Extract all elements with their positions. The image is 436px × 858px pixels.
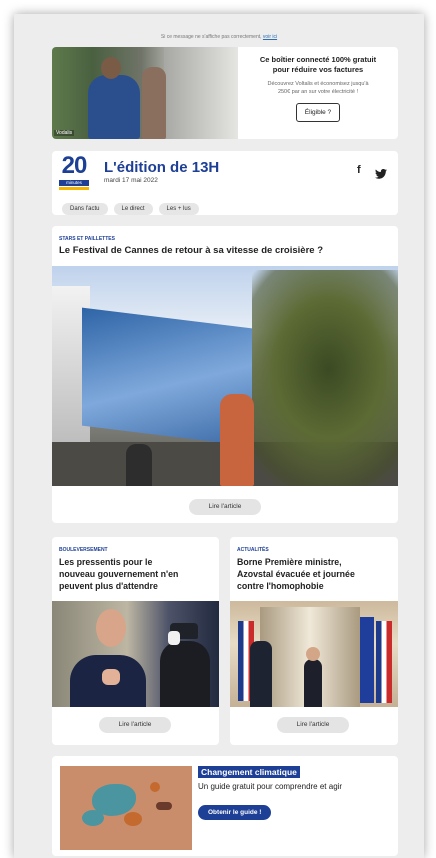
preheader: Si ce message ne s'affiche pas correctem…: [14, 34, 424, 40]
left-article-title-line1: Les pressentis pour le: [59, 557, 153, 567]
illustration-shape-4: [150, 782, 160, 792]
officer-glove: [168, 631, 180, 645]
20minutes-logo[interactable]: 20 minutes: [57, 152, 91, 191]
ad-body-line1: Découvrez Voltalis et économisez jusqu'à: [267, 81, 369, 87]
edition-title: L'édition de 13H: [104, 159, 220, 176]
ad-headline: Ce boîtier connecté 100% gratuit pour ré…: [244, 55, 392, 75]
left-article-title-line3: peuvent plus d'attendre: [59, 581, 158, 591]
pedestrian-woman: [220, 394, 254, 486]
ad-photo-tag: Vodalis: [54, 130, 75, 136]
get-guide-button[interactable]: Obtenir le guide !: [198, 805, 272, 820]
left-article-title[interactable]: Les pressentis pour le nouveau gouvernem…: [59, 556, 217, 592]
ad-body: Découvrez Voltalis et économisez jusqu'à…: [244, 81, 392, 96]
right-article-title-line3: contre l'homophobie: [237, 581, 324, 591]
logo-number: 20: [61, 152, 88, 179]
guard: [250, 641, 272, 707]
ad-text-block: Ce boîtier connecté 100% gratuit pour ré…: [244, 55, 392, 122]
edition-date: mardi 17 mai 2022: [104, 177, 158, 184]
pill-les-plus-lus[interactable]: Les + lus: [158, 203, 199, 215]
nav-pills: Dans l'actu Le direct Les + lus: [62, 197, 205, 215]
main-article-card: STARS ET PAILLETTES Le Festival de Canne…: [52, 226, 398, 523]
prime-minister: [304, 659, 322, 707]
logo-underline: [59, 187, 89, 190]
ad-photo[interactable]: Vodalis: [52, 47, 238, 139]
email-frame: Si ce message ne s'affiche pas correctem…: [14, 14, 424, 858]
president-hands: [102, 669, 120, 685]
right-article-title-line2: Azovstal évacuée et journée: [237, 569, 355, 579]
left-article-image[interactable]: [52, 601, 219, 707]
main-article-kicker: STARS ET PAILLETTES: [59, 236, 115, 242]
president-face: [96, 609, 126, 647]
left-article-kicker: BOULEVERSEMENT: [59, 547, 108, 553]
edition-header: 20 minutes L'édition de 13H mardi 17 mai…: [52, 151, 398, 215]
illustration-shape-2: [82, 810, 104, 826]
facebook-icon[interactable]: f: [357, 164, 361, 176]
right-article-title[interactable]: Borne Première ministre, Azovstal évacué…: [237, 556, 395, 592]
left-article-card: BOULEVERSEMENT Les pressentis pour le no…: [52, 537, 219, 745]
ad-photo-wall: [164, 47, 238, 139]
officer: [160, 641, 210, 707]
pill-dans-lactu[interactable]: Dans l'actu: [62, 203, 108, 215]
read-article-button-main[interactable]: Lire l'article: [189, 499, 261, 515]
preheader-text: Si ce message ne s'affiche pas correctem…: [160, 34, 262, 40]
ad-headline-line1: Ce boîtier connecté 100% gratuit: [259, 55, 377, 64]
read-article-button-right[interactable]: Lire l'article: [277, 717, 349, 733]
ad-photo-woman: [142, 67, 166, 139]
climate-illustration[interactable]: [60, 766, 192, 850]
right-article-image[interactable]: [230, 601, 398, 707]
main-article-title[interactable]: Le Festival de Cannes de retour à sa vit…: [59, 245, 389, 256]
twitter-icon[interactable]: [375, 166, 387, 184]
view-online-link[interactable]: voir ici: [263, 34, 277, 40]
right-article-kicker: ACTUALITÉS: [237, 547, 269, 553]
pedestrian-man: [126, 444, 152, 486]
ad-photo-technician: [88, 75, 140, 139]
illustration-shape-5: [156, 802, 172, 810]
right-article-title-line1: Borne Première ministre,: [237, 557, 342, 567]
main-article-image[interactable]: [52, 266, 398, 486]
pill-le-direct[interactable]: Le direct: [113, 203, 153, 215]
logo-word: minutes: [59, 180, 89, 186]
ad-headline-line2: pour réduire vos factures: [272, 65, 364, 74]
right-article-card: ACTUALITÉS Borne Première ministre, Azov…: [230, 537, 398, 745]
ad-photo-head: [101, 57, 121, 79]
climate-tag: Changement climatique: [198, 766, 300, 778]
prime-minister-head: [306, 647, 320, 661]
read-article-button-left[interactable]: Lire l'article: [99, 717, 171, 733]
left-article-title-line2: nouveau gouvernement n'en: [59, 569, 179, 579]
climate-promo-card: Changement climatique Un guide gratuit p…: [52, 756, 398, 856]
illustration-shape-3: [124, 812, 142, 826]
eu-flag: [360, 617, 374, 703]
ad-banner[interactable]: Vodalis Ce boîtier connecté 100% gratuit…: [52, 47, 398, 139]
climate-guide-text: Un guide gratuit pour comprendre et agir: [198, 782, 343, 791]
tree-foliage: [252, 270, 398, 486]
ad-body-line2: 250€ par an sur votre électricité !: [277, 88, 359, 95]
eligible-button[interactable]: Éligible ?: [295, 103, 341, 122]
french-flag-right: [376, 621, 392, 703]
